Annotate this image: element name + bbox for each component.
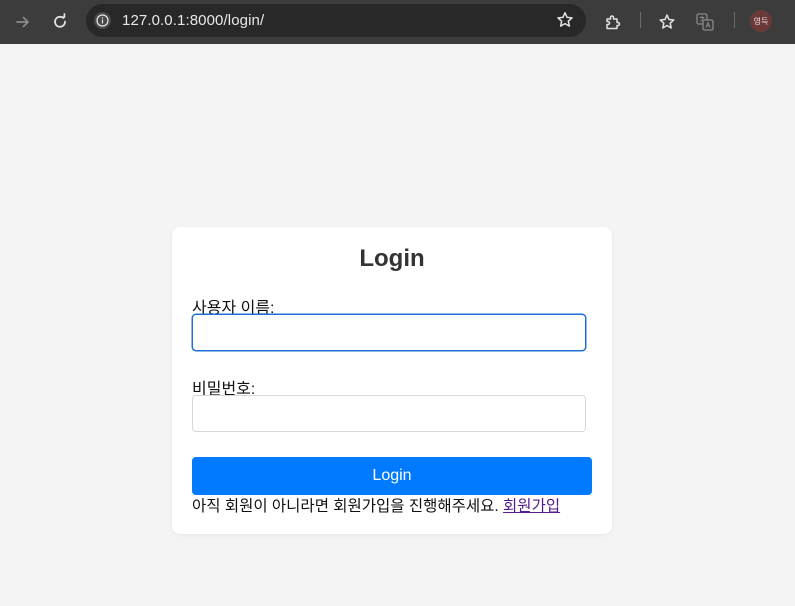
login-button[interactable]: Login: [192, 457, 592, 495]
forward-arrow-icon[interactable]: [11, 10, 35, 34]
signup-prompt-text: 아직 회원이 아니라면 회원가입을 진행해주세요.: [192, 498, 499, 515]
page-title: Login: [359, 245, 425, 272]
reload-icon[interactable]: [48, 10, 72, 34]
browser-toolbar: 127.0.0.1:8000/login/ 영득: [0, 0, 795, 44]
reading-list-star-icon[interactable]: [655, 10, 679, 34]
signup-prompt: 아직 회원이 아니라면 회원가입을 진행해주세요. 회원가입: [192, 494, 560, 516]
username-input[interactable]: [192, 314, 586, 351]
site-info-icon[interactable]: [94, 12, 111, 29]
login-card: Login 사용자 이름: 비밀번호: Login 아직 회원이 아니라면 회원…: [172, 227, 612, 534]
address-bar[interactable]: 127.0.0.1:8000/login/: [86, 4, 586, 37]
toolbar-divider: [640, 12, 641, 28]
signup-link[interactable]: 회원가입: [503, 498, 560, 515]
profile-avatar[interactable]: 영득: [750, 10, 772, 32]
extensions-puzzle-icon[interactable]: [601, 10, 625, 34]
password-input[interactable]: [192, 395, 586, 432]
bookmark-star-icon[interactable]: [556, 11, 574, 34]
address-url[interactable]: 127.0.0.1:8000/login/: [122, 12, 264, 29]
translate-icon[interactable]: [693, 10, 717, 34]
toolbar-divider: [734, 12, 735, 28]
